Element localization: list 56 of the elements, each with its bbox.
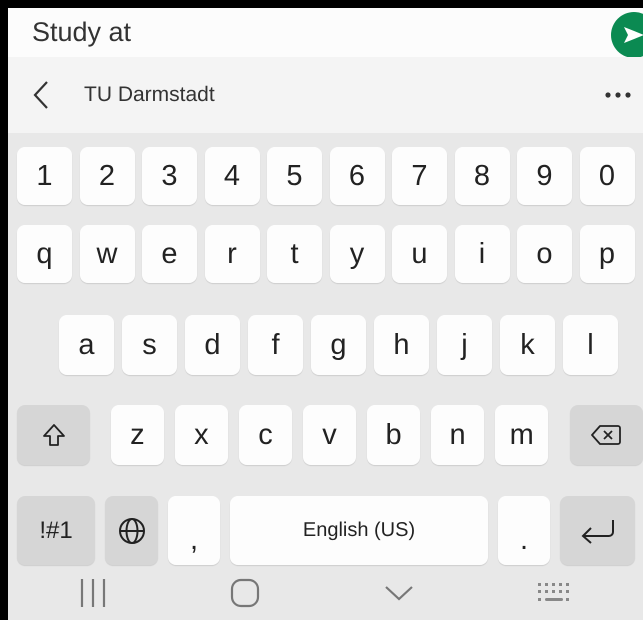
keyboard-key[interactable]: q <box>17 225 72 283</box>
keyboard-key[interactable]: l <box>563 315 618 375</box>
keyboard-key[interactable]: m <box>494 405 548 465</box>
keyboard-key[interactable]: r <box>204 225 260 283</box>
keyboard-key[interactable]: 7 <box>392 147 447 205</box>
keyboard-key[interactable]: p <box>580 225 634 283</box>
keyboard-key[interactable]: 0 <box>580 147 634 205</box>
keyboard-key[interactable]: o <box>517 225 572 283</box>
keyboard-key[interactable]: 8 <box>454 147 510 205</box>
backspace-key[interactable] <box>570 405 643 465</box>
language-key[interactable] <box>105 496 158 565</box>
keyboard-key[interactable]: i <box>454 225 510 283</box>
home-icon[interactable] <box>230 578 260 608</box>
hide-keyboard-chevron-icon[interactable] <box>384 584 414 600</box>
keyboard-key[interactable]: , <box>168 496 220 565</box>
keyboard-key[interactable]: s <box>122 315 177 375</box>
keyboard-key[interactable]: j <box>437 315 492 375</box>
keyboard-key[interactable]: y <box>330 225 384 283</box>
space-key[interactable]: English (US) <box>230 496 488 565</box>
keyboard-key[interactable]: b <box>366 405 420 465</box>
keyboard-key[interactable]: 2 <box>80 147 134 205</box>
keyboard-key[interactable]: c <box>238 405 292 465</box>
keyboard-key[interactable]: v <box>302 405 356 465</box>
keyboard-key[interactable]: 3 <box>142 147 197 205</box>
keyboard-key[interactable]: t <box>267 225 322 283</box>
back-chevron-icon[interactable] <box>32 80 50 110</box>
enter-icon <box>580 518 616 544</box>
keyboard-key[interactable]: k <box>500 315 555 375</box>
backspace-icon <box>591 424 622 446</box>
keyboard-key[interactable]: f <box>248 315 303 375</box>
keyboard-key[interactable]: 6 <box>330 147 384 205</box>
keyboard-key[interactable]: h <box>374 315 429 375</box>
keyboard-key[interactable]: a <box>59 315 114 375</box>
shift-icon <box>42 423 66 447</box>
keyboard-key[interactable]: w <box>80 225 134 283</box>
keyboard-key[interactable]: x <box>174 405 228 465</box>
keyboard-key[interactable]: u <box>392 225 447 283</box>
keyboard-key[interactable]: 9 <box>517 147 572 205</box>
keyboard-key[interactable]: 4 <box>204 147 260 205</box>
keyboard-key[interactable]: z <box>110 405 164 465</box>
enter-key[interactable] <box>560 496 635 565</box>
keyboard-key[interactable]: g <box>311 315 366 375</box>
globe-icon <box>118 516 146 544</box>
more-options-icon[interactable] <box>605 92 631 98</box>
keyboard-key[interactable]: . <box>498 496 550 565</box>
shift-key[interactable] <box>17 405 90 465</box>
keyboard-key[interactable]: d <box>185 315 240 375</box>
keyboard-key[interactable]: 1 <box>17 147 72 205</box>
keyboard-icon[interactable] <box>537 582 572 604</box>
keyboard-key[interactable]: e <box>142 225 197 283</box>
message-input-field[interactable]: Study at <box>32 17 132 48</box>
recent-apps-icon[interactable] <box>78 576 107 608</box>
symbols-key[interactable]: !#1 <box>17 496 95 565</box>
keyboard-key[interactable]: 5 <box>267 147 322 205</box>
keyboard-key[interactable]: n <box>430 405 484 465</box>
send-icon <box>623 26 643 44</box>
